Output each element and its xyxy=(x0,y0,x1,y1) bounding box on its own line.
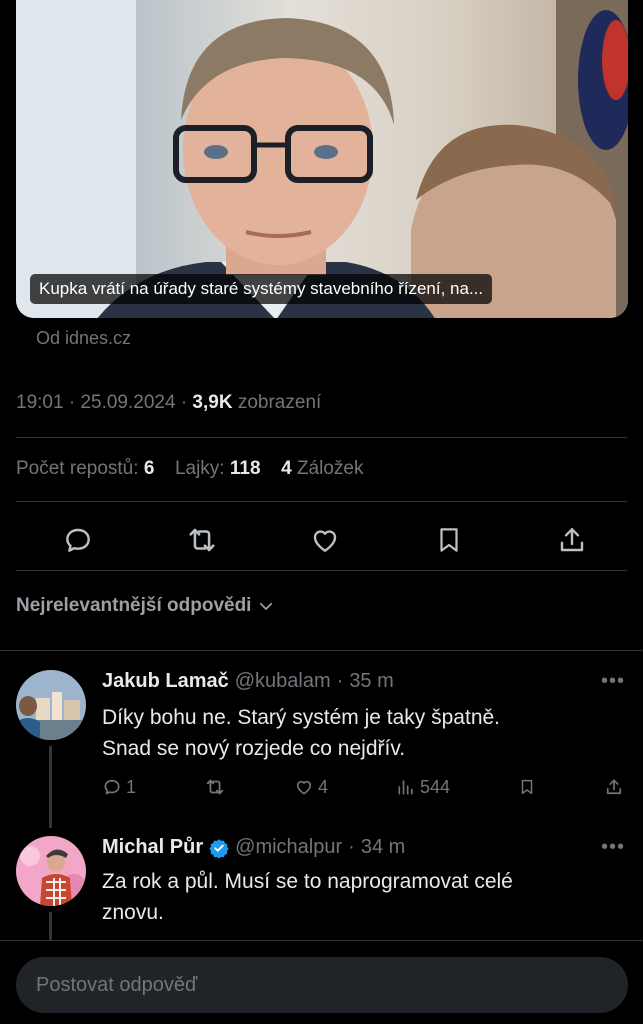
reply-item[interactable]: Michal Půr @michalpur · 34 m ••• Za rok … xyxy=(0,828,643,940)
likes-stat[interactable]: Lajky: 118 xyxy=(175,458,266,479)
avatar[interactable] xyxy=(16,670,86,740)
bookmark-icon xyxy=(439,528,458,552)
thread-line xyxy=(49,912,52,940)
meta-separator: · xyxy=(180,392,193,413)
reposts-label: Počet repostů: xyxy=(16,458,139,479)
link-preview-card[interactable]: Kupka vrátí na úřady staré systémy stave… xyxy=(16,0,628,318)
verified-badge-icon xyxy=(209,838,229,858)
divider xyxy=(16,570,627,571)
like-button[interactable] xyxy=(307,522,343,558)
more-options-icon[interactable]: ••• xyxy=(601,836,625,859)
reply-action-bar: 1 4 544 xyxy=(102,774,624,800)
avatar-image xyxy=(16,836,86,906)
views-count: 3,9K xyxy=(192,392,233,413)
thread-line xyxy=(49,746,52,828)
reply-header: Jakub Lamač @kubalam · 35 m xyxy=(102,670,394,693)
reply-author-name[interactable]: Michal Půr xyxy=(102,836,203,859)
views-icon xyxy=(398,780,413,795)
article-photo xyxy=(16,0,628,318)
meta-separator: · xyxy=(68,392,81,413)
divider xyxy=(16,501,627,502)
replies-sort-dropdown[interactable]: Nejrelevantnější odpovědi xyxy=(16,595,275,617)
reply-author-handle[interactable]: @kubalam xyxy=(235,670,331,693)
likes-count: 118 xyxy=(229,458,261,479)
reply-count: 1 xyxy=(126,776,137,797)
reply-input[interactable] xyxy=(16,957,628,1013)
reply-item[interactable]: Jakub Lamač @kubalam · 35 m ••• Díky boh… xyxy=(0,650,643,828)
reply-text-line: Za rok a půl. Musí se to naprogramovat c… xyxy=(102,870,513,893)
tweet-meta: 19:01 · 25.09.2024 · 3,9K zobrazení xyxy=(16,392,321,414)
repost-button[interactable] xyxy=(204,776,226,798)
views-count: 544 xyxy=(419,776,451,797)
avatar[interactable] xyxy=(16,836,86,906)
views-button[interactable]: 544 xyxy=(396,777,450,798)
reply-text-line: Snad se nový rozjede co nejdřív. xyxy=(102,737,406,760)
bookmarks-count: 4 xyxy=(281,458,292,479)
reposts-stat[interactable]: Počet repostů: 6 xyxy=(16,458,160,479)
like-button[interactable]: 4 xyxy=(294,777,328,798)
reply-time: 35 m xyxy=(349,670,394,692)
reply-icon xyxy=(104,779,120,795)
tweet-detail-screen: Kupka vrátí na úřady staré systémy stave… xyxy=(0,0,643,1024)
repost-icon xyxy=(206,779,224,795)
reply-text-line: Díky bohu ne. Starý systém je taky špatn… xyxy=(102,706,501,729)
link-source[interactable]: Od idnes.cz xyxy=(36,328,131,349)
bookmark-icon xyxy=(521,779,533,795)
more-options-icon[interactable]: ••• xyxy=(601,670,625,693)
chevron-down-icon xyxy=(260,602,273,610)
reply-author-name[interactable]: Jakub Lamač xyxy=(102,670,229,693)
like-icon xyxy=(296,780,312,795)
reposts-count: 6 xyxy=(143,458,155,479)
bookmarks-stat[interactable]: 4 Záložek xyxy=(281,458,363,479)
like-count: 4 xyxy=(317,776,328,797)
meta-separator: · xyxy=(348,836,355,858)
reply-text: Díky bohu ne. Starý systém je taky špatn… xyxy=(102,702,602,764)
likes-label: Lajky: xyxy=(174,458,225,479)
reply-author-handle[interactable]: @michalpur xyxy=(235,836,342,859)
meta-separator: · xyxy=(336,670,344,692)
share-icon xyxy=(560,528,584,552)
like-icon xyxy=(313,530,337,552)
reply-text: Za rok a půl. Musí se to naprogramovat c… xyxy=(102,866,602,928)
repost-button[interactable] xyxy=(184,522,220,558)
bookmarks-label: Záložek xyxy=(296,458,364,479)
reply-button[interactable]: 1 xyxy=(102,777,136,798)
link-card-title: Kupka vrátí na úřady staré systémy stave… xyxy=(30,274,493,304)
reply-composer-bar xyxy=(0,940,643,1024)
reply-icon xyxy=(66,528,90,552)
tweet-date: 25.09.2024 xyxy=(80,392,176,413)
sort-label: Nejrelevantnější odpovědi xyxy=(16,595,252,616)
avatar-image xyxy=(16,670,86,740)
tweet-time: 19:01 xyxy=(16,392,64,413)
engagement-stats: Počet repostů: 6 Lajky: 118 4 Záložek xyxy=(16,458,363,480)
bookmark-button[interactable] xyxy=(518,777,536,797)
tweet-action-bar xyxy=(60,520,590,560)
divider xyxy=(16,437,627,438)
bookmark-button[interactable] xyxy=(431,522,467,558)
reply-text-line: znovu. xyxy=(102,901,164,924)
reply-header: Michal Půr @michalpur · 34 m xyxy=(102,836,405,859)
share-button[interactable] xyxy=(604,777,624,797)
repost-icon xyxy=(188,528,215,552)
share-button[interactable] xyxy=(554,522,590,558)
reply-time: 34 m xyxy=(360,836,406,858)
reply-button[interactable] xyxy=(60,522,96,558)
views-label: zobrazení xyxy=(237,392,322,413)
share-icon xyxy=(606,779,622,795)
